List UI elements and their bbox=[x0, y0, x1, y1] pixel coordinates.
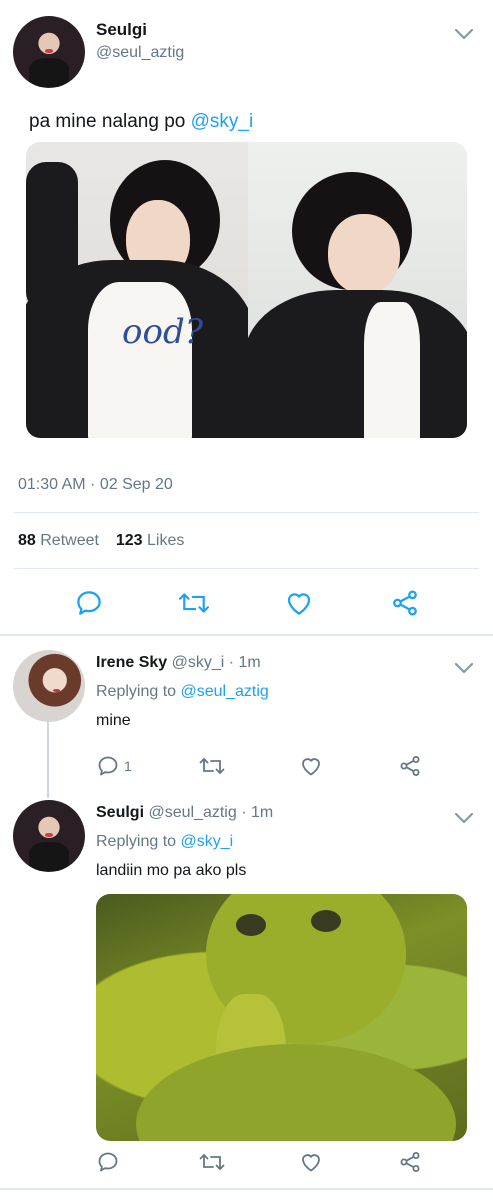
retweet-icon[interactable] bbox=[177, 588, 211, 618]
retweet-icon[interactable] bbox=[198, 1150, 226, 1174]
mention-link[interactable]: @sky_i bbox=[191, 111, 254, 132]
eye-shape bbox=[236, 914, 266, 936]
chevron-down-icon[interactable] bbox=[454, 661, 474, 674]
meme-image[interactable] bbox=[96, 894, 467, 1141]
face-shape bbox=[328, 214, 400, 294]
thread-line bbox=[47, 722, 49, 798]
chevron-down-icon[interactable] bbox=[454, 27, 474, 40]
heart-icon[interactable] bbox=[299, 754, 323, 778]
section-divider bbox=[0, 1188, 493, 1190]
share-icon[interactable] bbox=[398, 754, 422, 778]
author-name[interactable]: Seulgi bbox=[96, 20, 147, 40]
reply-header: Irene Sky @sky_i · 1m bbox=[96, 654, 261, 672]
replying-to: Replying to @sky_i bbox=[96, 833, 233, 851]
reply-header: Seulgi @seul_aztig · 1m bbox=[96, 804, 273, 822]
body-shape bbox=[136, 1044, 456, 1141]
tweet-text-body: pa mine nalang po bbox=[29, 111, 186, 132]
reply-meta: @sky_i · 1m bbox=[171, 654, 261, 671]
shirt-shape bbox=[364, 302, 420, 438]
photo-collage[interactable]: ood? bbox=[26, 142, 467, 438]
share-icon[interactable] bbox=[398, 1150, 422, 1174]
reply-count: 1 bbox=[124, 758, 132, 774]
author-avatar[interactable] bbox=[13, 16, 85, 88]
shirt-shape bbox=[88, 282, 192, 438]
section-divider bbox=[0, 634, 493, 636]
likes-label[interactable]: Likes bbox=[147, 532, 184, 549]
replying-to-label: Replying to bbox=[96, 683, 177, 700]
chevron-down-icon[interactable] bbox=[454, 811, 474, 824]
reply-text: mine bbox=[96, 712, 131, 729]
replying-to-handle[interactable]: @sky_i bbox=[181, 833, 234, 850]
tweet-text: pa mine nalang po @sky_i bbox=[29, 111, 253, 133]
author-handle[interactable]: @seul_aztig bbox=[96, 44, 184, 62]
retweet-count[interactable]: 88 bbox=[18, 532, 36, 549]
replying-to: Replying to @seul_aztig bbox=[96, 683, 269, 701]
likes-count[interactable]: 123 bbox=[116, 532, 143, 549]
reply-avatar[interactable] bbox=[13, 650, 85, 722]
reply-author-name[interactable]: Irene Sky bbox=[96, 654, 167, 671]
photo-left[interactable]: ood? bbox=[26, 142, 248, 438]
reply-author-name[interactable]: Seulgi bbox=[96, 804, 144, 821]
retweet-icon[interactable] bbox=[198, 754, 226, 778]
jacket-shape bbox=[248, 290, 467, 438]
reply-text: landiin mo pa ako pls bbox=[96, 862, 247, 879]
reply-icon[interactable] bbox=[96, 1150, 120, 1174]
arm-shape bbox=[26, 162, 78, 312]
tweet-stats: 88 Retweet 123 Likes bbox=[18, 532, 184, 550]
photo-right[interactable] bbox=[248, 142, 467, 438]
heart-icon[interactable] bbox=[284, 588, 314, 618]
reply-avatar[interactable] bbox=[13, 800, 85, 872]
divider bbox=[14, 512, 479, 513]
eye-shape bbox=[311, 910, 341, 932]
retweet-label[interactable]: Retweet bbox=[40, 532, 99, 549]
replying-to-label: Replying to bbox=[96, 833, 177, 850]
reply-meta: @seul_aztig · 1m bbox=[148, 804, 274, 821]
reply-icon[interactable] bbox=[74, 588, 104, 618]
tweet-timestamp: 01:30 AM · 02 Sep 20 bbox=[18, 476, 173, 493]
shirt-print: ood? bbox=[122, 312, 203, 352]
heart-icon[interactable] bbox=[299, 1150, 323, 1174]
replying-to-handle[interactable]: @seul_aztig bbox=[181, 683, 269, 700]
divider bbox=[14, 568, 479, 569]
reply-icon[interactable] bbox=[96, 754, 120, 778]
share-icon[interactable] bbox=[390, 588, 420, 618]
